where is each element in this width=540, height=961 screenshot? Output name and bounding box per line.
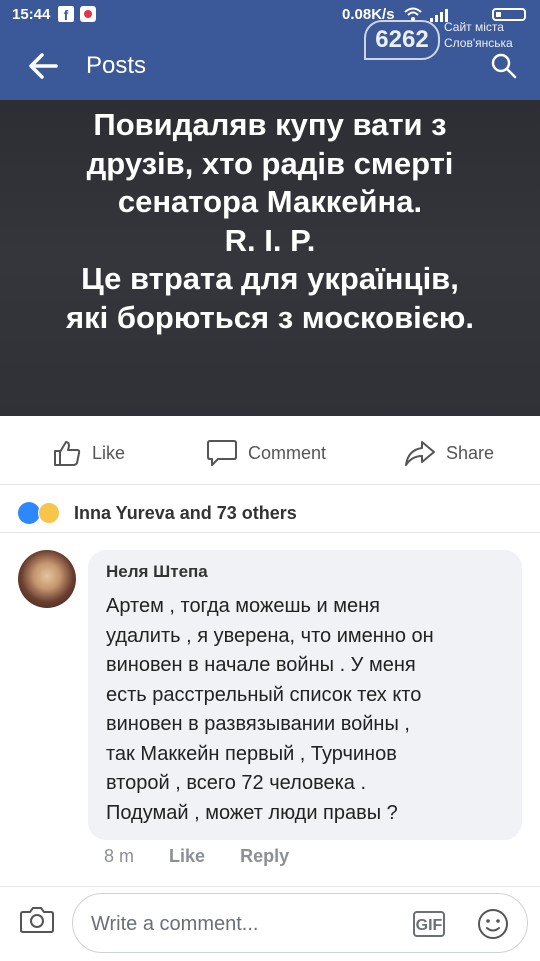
comment-button[interactable]: Comment xyxy=(206,438,326,468)
comment-time: 8 m xyxy=(104,846,135,866)
comment-bubble-icon xyxy=(207,440,237,466)
status-time: 15:44 xyxy=(12,6,51,23)
thumbs-up-icon xyxy=(54,441,81,466)
reactions-summary[interactable]: Inna Yureva and 73 others xyxy=(0,496,540,533)
watermark-line-2: Слов'янська xyxy=(444,36,513,50)
avatar[interactable] xyxy=(18,550,76,608)
post-actions: Like Comment Share xyxy=(0,416,540,485)
post-text-line: Це втрата для українців, xyxy=(81,261,459,297)
comment-composer: Write a comment... GIF xyxy=(0,886,540,961)
comment-input-placeholder: Write a comment... xyxy=(91,913,259,935)
emoji-icon[interactable] xyxy=(477,908,509,940)
share-arrow-icon xyxy=(405,441,435,466)
post-text-line: сенатора Маккейна. xyxy=(117,184,423,220)
post-text-line: друзів, хто радів смерті xyxy=(86,145,454,181)
comment-text-line: удалить , я уверена, что именно он xyxy=(106,624,434,647)
comment-text-line: виновен в развязывании войны , xyxy=(106,713,410,735)
page-title: Posts xyxy=(86,52,147,79)
comment-text-line: виновен в начале войны . У меня xyxy=(106,654,416,676)
comment-meta: 8 m Like Reply xyxy=(104,846,319,867)
watermark-line-1: Сайт міста xyxy=(444,20,504,34)
comment-author[interactable]: Неля Штепа xyxy=(106,562,208,582)
like-label: Like xyxy=(92,442,126,463)
post-text-line: R. I. P. xyxy=(224,222,316,258)
share-button[interactable]: Share xyxy=(404,438,494,468)
app-notification-icon xyxy=(80,6,96,22)
post-text-line: які борються з московією. xyxy=(66,299,474,335)
comment-like-link[interactable]: Like xyxy=(169,846,205,866)
like-reaction-icon xyxy=(18,502,40,524)
comment-text-line: Артем , тогда можешь и меня xyxy=(106,595,380,617)
comment-input[interactable]: Write a comment... GIF xyxy=(72,893,528,953)
comment-reply-link[interactable]: Reply xyxy=(240,846,289,866)
back-arrow-icon[interactable] xyxy=(28,52,58,80)
comment-bubble: Неля Штепа Артем , тогда можешь и меня у… xyxy=(88,550,522,840)
like-button[interactable]: Like xyxy=(52,438,125,468)
share-label: Share xyxy=(446,442,495,463)
comment-text-line: второй , всего 72 человека . xyxy=(106,772,367,794)
comment-text-line: так Маккейн первый , Турчинов xyxy=(106,742,397,765)
comment-text-line: есть расстрельный список тех кто xyxy=(106,683,422,706)
sad-reaction-icon xyxy=(38,502,60,524)
post-text-line: Повидаляв купу вати з xyxy=(93,107,447,142)
watermark-number: 6262 xyxy=(364,20,440,60)
camera-icon[interactable] xyxy=(20,905,54,933)
comment-label: Comment xyxy=(248,442,327,463)
site-watermark: 6262 Сайт міста Слов'янська xyxy=(364,14,534,70)
post-image[interactable]: Повидаляв купу вати з друзів, хто радів … xyxy=(0,100,540,416)
reactions-text: Inna Yureva and 73 others xyxy=(74,503,297,523)
gif-button[interactable]: GIF xyxy=(413,911,445,937)
comment-text: Артем , тогда можешь и меня удалить , я … xyxy=(106,592,506,828)
facebook-notification-icon: f xyxy=(58,6,74,23)
comment-text-line: Подумай , может люди правы ? xyxy=(106,801,398,824)
